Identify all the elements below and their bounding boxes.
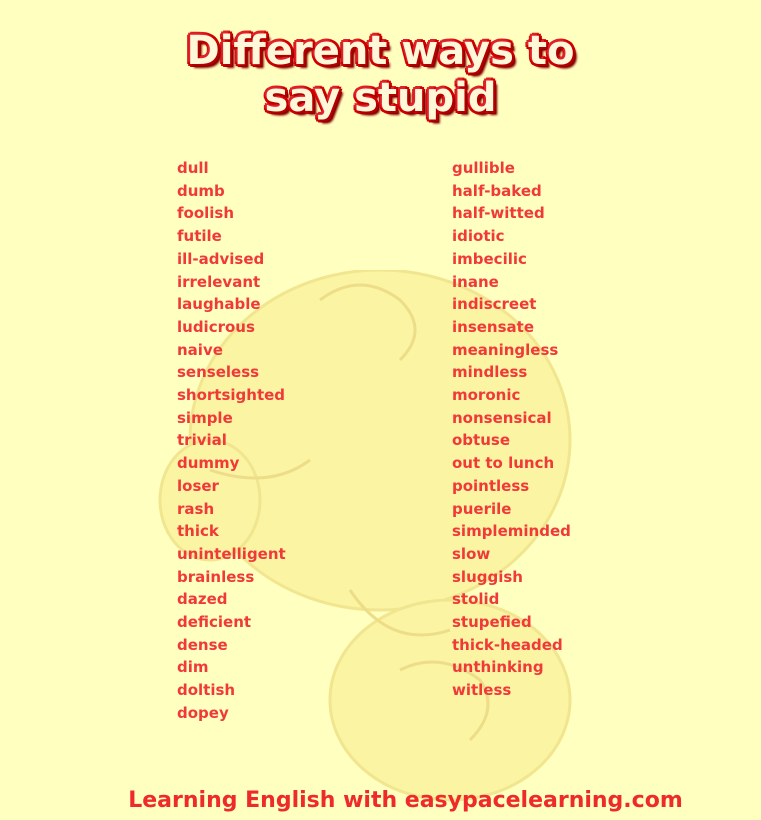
- word-list-right: gullible half-baked half-witted idiotic imbe…: [452, 157, 571, 702]
- word-list-item: stupefied: [452, 613, 532, 632]
- word-list-item: foolish: [177, 204, 235, 223]
- word-list-item: out to lunch: [452, 454, 555, 473]
- word-list-item: simple: [177, 408, 233, 427]
- title-line-1: Different ways to: [186, 28, 575, 74]
- word-list-item: deficient: [177, 613, 252, 632]
- word-list-item: dim: [177, 658, 209, 677]
- word-list-item: sluggish: [452, 567, 523, 586]
- word-list-item: shortsighted: [177, 386, 286, 405]
- word-list-item: irrelevant: [177, 272, 261, 291]
- word-list-item: puerile: [452, 499, 512, 518]
- title-line-2: say stupid: [264, 75, 497, 121]
- word-list-item: simpleminded: [452, 522, 571, 541]
- word-list-item: dull: [177, 159, 209, 177]
- word-list-item: moronic: [452, 386, 521, 405]
- page-title: Different ways to say stupid: [0, 28, 761, 122]
- word-list-item: stolid: [452, 590, 500, 609]
- word-list-item: imbecilic: [452, 249, 527, 268]
- word-list-item: unintelligent: [177, 544, 286, 563]
- word-list-item: dummy: [177, 454, 240, 473]
- word-list-item: futile: [177, 227, 222, 246]
- word-list-item: obtuse: [452, 431, 510, 450]
- word-list-item: insensate: [452, 317, 534, 336]
- word-list-item: gullible: [452, 159, 515, 177]
- word-list-item: loser: [177, 476, 219, 495]
- word-list-item: ludicrous: [177, 317, 255, 336]
- word-list-item: doltish: [177, 681, 236, 700]
- word-list-item: unthinking: [452, 658, 544, 677]
- word-list-item: witless: [452, 681, 512, 700]
- word-list-item: dopey: [177, 703, 229, 722]
- word-list-item: indiscreet: [452, 295, 537, 314]
- word-list-item: dumb: [177, 181, 225, 200]
- word-list-item: slow: [452, 544, 491, 563]
- word-list-item: mindless: [452, 363, 528, 382]
- word-list-item: naive: [177, 340, 223, 359]
- word-list-item: inane: [452, 272, 499, 291]
- word-list-item: half-witted: [452, 204, 545, 223]
- word-list-item: meaningless: [452, 340, 559, 359]
- word-list-item: thick-headed: [452, 635, 563, 654]
- word-list-item: senseless: [177, 363, 260, 382]
- word-list-item: pointless: [452, 476, 530, 495]
- footer-credit: Learning English with easypacelearning.c…: [128, 788, 683, 813]
- word-list-item: thick: [177, 522, 219, 541]
- word-list-item: ill-advised: [177, 249, 265, 268]
- word-list-item: half-baked: [452, 181, 542, 200]
- word-list-item: nonsensical: [452, 408, 552, 427]
- word-list-item: brainless: [177, 567, 255, 586]
- word-list-item: idiotic: [452, 227, 505, 246]
- word-list-left: dull dumb foolish futile ill-advised irreleva…: [177, 157, 286, 725]
- word-list-item: trivial: [177, 431, 227, 450]
- word-list-item: laughable: [177, 295, 261, 314]
- word-list-item: rash: [177, 499, 215, 518]
- word-list-item: dazed: [177, 590, 228, 609]
- word-list-item: dense: [177, 635, 228, 654]
